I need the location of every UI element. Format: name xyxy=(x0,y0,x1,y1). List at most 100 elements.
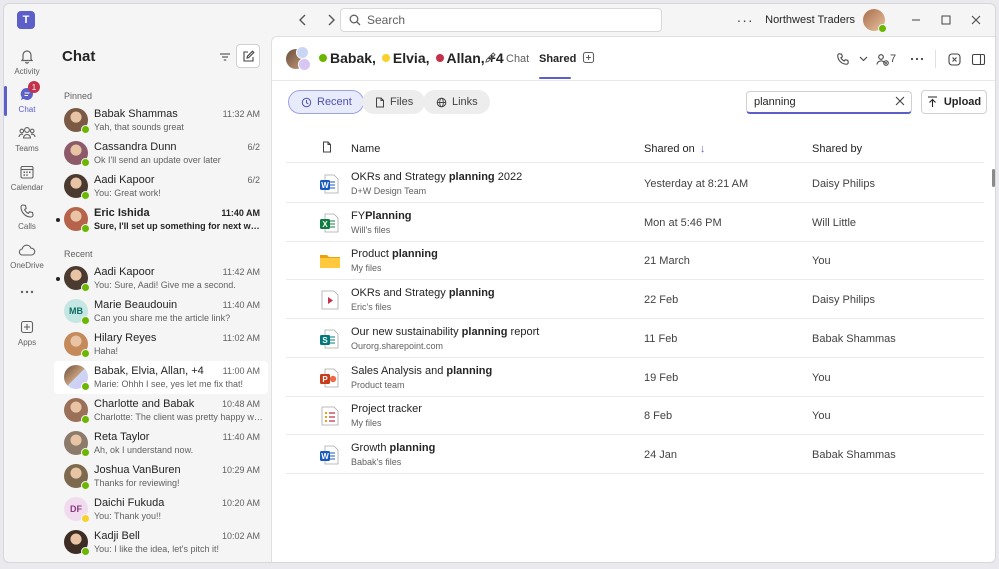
rail-item-more[interactable] xyxy=(4,282,50,320)
filter-links-pill[interactable]: Links xyxy=(423,90,490,114)
presence-available-icon xyxy=(81,349,90,358)
settings-more-icon[interactable]: ··· xyxy=(733,12,757,28)
rail-item-activity[interactable]: Activity xyxy=(4,46,50,84)
file-name-part: report xyxy=(507,325,540,338)
copilot-icon[interactable] xyxy=(942,47,966,71)
file-row[interactable]: Project tracker My files 8 Feb You xyxy=(286,396,984,436)
file-row[interactable]: S Our new sustainability planning report O… xyxy=(286,319,984,358)
conversation-title[interactable]: Babak, Elvia, Allan, +4 xyxy=(316,50,504,66)
chat-name: Daichi Fukuda xyxy=(94,497,165,509)
file-search-box[interactable] xyxy=(746,91,912,114)
svg-text:S: S xyxy=(322,336,328,345)
search-highlight: Planning xyxy=(365,209,412,222)
file-shared-on: 19 Feb xyxy=(644,371,679,384)
chat-list-item[interactable]: Charlotte and Babak Charlotte: The client… xyxy=(54,394,268,427)
call-phone-icon[interactable] xyxy=(831,47,855,71)
chat-list-item[interactable]: Joshua VanBuren Thanks for reviewing! 10:2… xyxy=(54,460,268,493)
close-icon[interactable] xyxy=(961,4,991,36)
tab-chat[interactable]: Chat xyxy=(506,53,529,65)
scrollbar-thumb[interactable] xyxy=(992,169,995,187)
file-row[interactable]: P Sales Analysis and planning Product team… xyxy=(286,358,984,397)
file-row[interactable]: Product planning My files 21 March You xyxy=(286,241,984,281)
chat-name: Hilary Reyes xyxy=(94,332,157,344)
file-name-part: Product xyxy=(351,248,392,261)
filter-files-pill[interactable]: Files xyxy=(362,90,426,114)
org-name[interactable]: Northwest Traders xyxy=(765,14,855,26)
rail-item-teams[interactable]: Teams xyxy=(4,123,50,161)
clear-search-icon[interactable] xyxy=(895,95,905,109)
chat-list-item[interactable]: Reta Taylor Ah, ok I understand now. 11:40… xyxy=(54,427,268,460)
file-location: Product team xyxy=(351,379,405,390)
chat-list-item[interactable]: Babak Shammas Yah, that sounds great 11:32… xyxy=(54,104,268,137)
chat-list-item[interactable]: Eric Ishida Sure, I'll set up something f… xyxy=(54,203,268,236)
file-name[interactable]: OKRs and Strategy planning 2022 xyxy=(351,171,522,183)
edit-pencil-icon[interactable] xyxy=(484,51,497,67)
participants-button[interactable]: 7 xyxy=(871,47,901,71)
column-shared-on[interactable]: Shared on ↓ xyxy=(644,143,705,155)
search-highlight: planning xyxy=(448,287,495,300)
new-chat-button[interactable] xyxy=(236,44,260,68)
excel-file-icon: X xyxy=(319,213,341,233)
file-row[interactable]: OKRs and Strategy planning Eric's files 22… xyxy=(286,280,984,320)
file-search-input[interactable] xyxy=(754,96,895,108)
file-name[interactable]: Project tracker xyxy=(351,403,422,415)
rail-item-calls[interactable]: Calls xyxy=(4,201,50,239)
maximize-icon[interactable] xyxy=(931,4,961,36)
back-arrow-icon[interactable] xyxy=(294,11,312,29)
file-name[interactable]: Sales Analysis and planning xyxy=(351,365,492,377)
file-row[interactable]: W OKRs and Strategy planning 2022 D+W Desi… xyxy=(286,164,984,203)
filter-recent-pill[interactable]: Recent xyxy=(288,90,364,114)
chat-list-item[interactable]: Kadji Bell You: I like the idea, let's pi… xyxy=(54,526,268,559)
filter-icon[interactable] xyxy=(218,50,234,66)
word-file-icon: W xyxy=(319,445,341,465)
chat-list-item[interactable]: DF Daichi Fukuda You: Thank you!! 10:20 AM xyxy=(54,493,268,526)
rail-item-chat[interactable]: 1 Chat xyxy=(4,81,50,122)
group-avatar[interactable] xyxy=(286,46,312,72)
avatar xyxy=(64,464,90,490)
file-row[interactable]: X FYPlanning Will's files Mon at 5:46 PM Wil… xyxy=(286,203,984,242)
column-name[interactable]: Name xyxy=(351,143,380,155)
tab-shared[interactable]: Shared xyxy=(539,53,576,65)
add-tab-icon[interactable] xyxy=(582,51,596,65)
presence-available-icon xyxy=(81,158,90,167)
column-shared-by[interactable]: Shared by xyxy=(812,143,862,155)
forward-arrow-icon[interactable] xyxy=(322,11,340,29)
chat-list-item[interactable]: Cassandra Dunn Ok I'll send an update ove… xyxy=(54,137,268,170)
file-name[interactable]: OKRs and Strategy planning xyxy=(351,287,495,299)
global-search-input[interactable] xyxy=(367,13,661,27)
chat-preview: Haha! xyxy=(94,346,119,356)
file-name[interactable]: Product planning xyxy=(351,248,438,260)
profile-avatar[interactable] xyxy=(863,9,887,33)
chevron-down-icon[interactable] xyxy=(855,47,871,71)
file-name[interactable]: Growth planning xyxy=(351,442,435,454)
presence-available-icon xyxy=(81,382,90,391)
rail-label: Activity xyxy=(14,67,40,76)
rail-item-onedrive[interactable]: OneDrive xyxy=(4,240,50,278)
file-name[interactable]: FYPlanning xyxy=(351,210,412,222)
pinned-section-label: Pinned xyxy=(64,91,93,101)
more-options-icon[interactable] xyxy=(905,47,929,71)
history-nav xyxy=(294,11,340,29)
filter-label: Links xyxy=(452,96,478,108)
file-shared-by: You xyxy=(812,410,831,423)
chat-list-item[interactable]: Hilary Reyes Haha! 11:02 AM xyxy=(54,328,268,361)
chat-list-item[interactable]: MB Marie Beaudouin Can you share me the ar… xyxy=(54,295,268,328)
presence-available-icon xyxy=(81,547,90,556)
chat-list-item[interactable]: Aadi Kapoor You: Sure, Aadi! Give me a se… xyxy=(54,262,268,295)
presence-away-icon xyxy=(81,514,90,523)
upload-button[interactable]: Upload xyxy=(921,90,987,114)
rail-item-apps[interactable]: Apps xyxy=(4,317,50,355)
minimize-icon[interactable] xyxy=(901,4,931,36)
rail-item-calendar[interactable]: Calendar xyxy=(4,162,50,200)
file-name[interactable]: Our new sustainability planning report xyxy=(351,326,539,338)
open-side-panel-icon[interactable] xyxy=(966,47,990,71)
participant-count: 7 xyxy=(889,53,897,65)
chat-list-item[interactable]: Babak, Elvia, Allan, +4 Marie: Ohhh I see… xyxy=(54,361,268,394)
presence-available-icon xyxy=(81,191,90,200)
global-search[interactable] xyxy=(340,8,662,32)
compose-icon xyxy=(242,49,255,62)
file-row[interactable]: W Growth planning Babak's files 24 Jan Babak… xyxy=(286,435,984,474)
chat-time: 11:02 AM xyxy=(222,333,260,343)
chat-list-item[interactable]: Aadi Kapoor You: Great work! 6/2 xyxy=(54,170,268,203)
file-shared-by: Daisy Philips xyxy=(812,294,875,307)
